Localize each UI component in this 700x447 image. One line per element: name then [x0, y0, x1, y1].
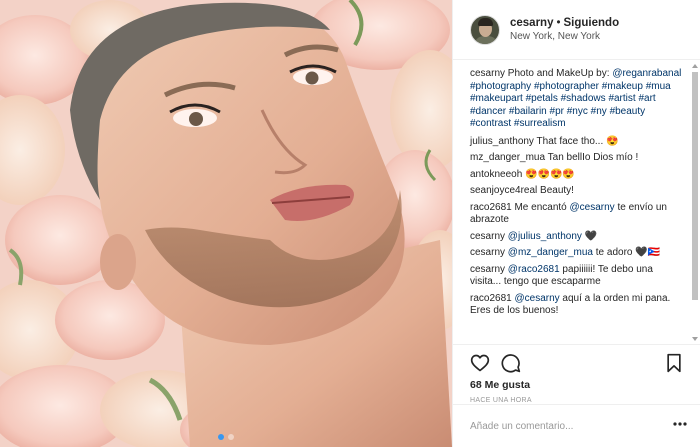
comment-item: cesarny @mz_danger_mua te adoro 🖤🇵🇷 — [470, 247, 683, 260]
tag-link[interactable]: @cesarny — [514, 293, 559, 304]
tag-link[interactable]: @cesarny — [570, 202, 615, 213]
avatar[interactable] — [470, 14, 500, 45]
comment-username[interactable]: cesarny — [470, 247, 505, 258]
comment-username[interactable]: cesarny — [470, 231, 505, 242]
comment-username[interactable]: cesarny — [470, 264, 505, 275]
carousel-dot-active — [218, 434, 224, 440]
bookmark-icon[interactable] — [664, 353, 684, 373]
location-link[interactable]: New York, New York — [510, 30, 619, 44]
more-options-icon[interactable] — [673, 422, 687, 426]
comments-scrollbar[interactable] — [691, 64, 699, 341]
comment-item: antokneeoh 😍😍😍😍 — [470, 169, 683, 182]
comment-item: julius_anthony That face tho... 😍 — [470, 136, 683, 149]
tag-link[interactable]: @raco2681 — [508, 264, 560, 275]
tag-link[interactable]: #photography — [470, 81, 531, 92]
tag-link[interactable]: #ny — [591, 106, 607, 117]
header-line: cesarny • Siguiendo — [510, 16, 619, 30]
tag-link[interactable]: #beauty — [610, 106, 646, 117]
comment-text: 😍😍😍😍 — [522, 168, 575, 180]
post-caption: cesarny Photo and MakeUp by: @reganraban… — [470, 68, 683, 131]
comment-username[interactable]: raco2681 — [470, 202, 512, 213]
comment-item: seanjoyce4real Beauty! — [470, 185, 683, 198]
comment-username[interactable]: seanjoyce4real — [470, 185, 537, 196]
action-icons — [470, 351, 684, 375]
comment-text: Photo and MakeUp by: — [505, 68, 613, 79]
header-text: cesarny • Siguiendo New York, New York — [510, 16, 619, 44]
comment-item: raco2681 @cesarny aquí a la orden mi pan… — [470, 293, 683, 318]
tag-link[interactable]: #shadows — [561, 93, 606, 104]
tag-link[interactable]: #surrealism — [514, 118, 566, 129]
comment-text: Tan bellIo Dios mío ! — [545, 152, 639, 163]
heart-outline-icon[interactable] — [470, 353, 490, 373]
tag-link[interactable]: #dancer — [470, 106, 506, 117]
tag-link[interactable]: #pr — [550, 106, 564, 117]
tag-link[interactable]: @reganrabanal — [612, 68, 681, 79]
speech-bubble-icon[interactable] — [501, 353, 521, 373]
comment-username[interactable]: julius_anthony — [470, 136, 534, 147]
carousel-dot[interactable] — [228, 434, 234, 440]
comment-item: cesarny @raco2681 papiiiiii! Te debo una… — [470, 264, 683, 289]
comment-username[interactable]: mz_danger_mua — [470, 152, 545, 163]
tag-link[interactable]: #makeupart — [470, 93, 523, 104]
tag-link[interactable]: #bailarin — [509, 106, 547, 117]
comment-username[interactable]: antokneeoh — [470, 169, 522, 180]
post-photo[interactable] — [0, 0, 452, 447]
header-separator: • — [556, 16, 561, 29]
likes-count[interactable]: 68 Me gusta — [470, 379, 684, 391]
comment-item: mz_danger_mua Tan bellIo Dios mío ! — [470, 152, 683, 165]
tag-link[interactable]: #contrast — [470, 118, 511, 129]
tag-link[interactable]: #nyc — [567, 106, 588, 117]
tag-link[interactable]: #art — [638, 93, 655, 104]
tag-link[interactable]: #makeup — [602, 81, 643, 92]
comment-item: raco2681 Me encantó @cesarny te envío un… — [470, 202, 683, 227]
comment-text: te adoro 🖤🇵🇷 — [593, 247, 661, 258]
tag-link[interactable]: #petals — [526, 93, 558, 104]
scrollbar-thumb[interactable] — [692, 72, 698, 300]
carousel-indicator — [0, 434, 452, 440]
comment-username[interactable]: raco2681 — [470, 293, 512, 304]
comment-item: cesarny @julius_anthony 🖤 — [470, 231, 683, 244]
scroll-down-arrow-icon[interactable] — [692, 337, 698, 341]
comments-list[interactable]: cesarny Photo and MakeUp by: @reganraban… — [453, 61, 700, 344]
add-comment-bar — [453, 404, 700, 447]
header-username[interactable]: cesarny — [510, 17, 553, 29]
post-timestamp[interactable]: HACE UNA HORA — [470, 397, 684, 404]
post-side-panel: cesarny • Siguiendo New York, New York ces… — [452, 0, 700, 447]
comment-text: Me encantó — [511, 201, 570, 213]
follow-status-button[interactable]: Siguiendo — [564, 17, 620, 29]
post-header: cesarny • Siguiendo New York, New York — [453, 0, 700, 60]
tag-link[interactable]: #artist — [608, 93, 635, 104]
comment-text: That face tho... 😍 — [533, 135, 619, 147]
portrait-photo — [0, 0, 452, 447]
scroll-up-arrow-icon[interactable] — [692, 64, 698, 68]
tag-link[interactable]: #mua — [646, 81, 671, 92]
tag-link[interactable]: @mz_danger_mua — [508, 247, 593, 258]
caption-username[interactable]: cesarny — [470, 68, 505, 79]
tag-link[interactable]: @julius_anthony — [508, 231, 582, 242]
tag-link[interactable]: #photographer — [534, 81, 599, 92]
comment-text: Beauty! — [537, 185, 574, 196]
post-actions: 68 Me gusta HACE UNA HORA — [453, 344, 700, 404]
add-comment-input[interactable] — [470, 420, 670, 432]
comment-text: 🖤 — [581, 230, 598, 242]
